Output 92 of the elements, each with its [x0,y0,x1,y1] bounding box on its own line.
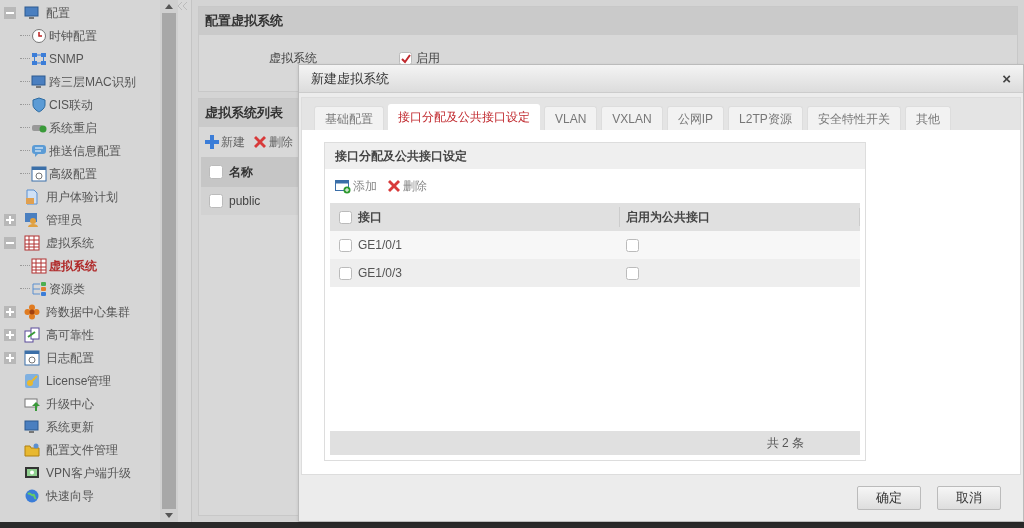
flower-icon [24,303,40,320]
scroll-down-icon[interactable] [165,513,173,518]
section-title: 接口分配及公共接口设定 [325,143,865,169]
tab[interactable]: 接口分配及公共接口设定 [388,104,540,130]
column-header: 名称 [229,164,253,181]
monitor-icon [31,73,47,90]
scrollbar-thumb[interactable] [162,13,176,509]
checkbox[interactable] [209,165,223,179]
delete-icon [387,179,401,193]
tab[interactable]: 基础配置 [314,106,384,130]
cancel-button[interactable]: 取消 [937,486,1001,510]
sidebar-item[interactable]: CIS联动 [49,95,93,114]
checkbox[interactable] [339,210,352,224]
expand-toggle[interactable] [4,213,16,226]
panel-title: 配置虚拟系统 [199,7,1017,35]
document-icon [24,188,40,205]
clock-icon [31,27,47,44]
sidebar-item[interactable]: 系统重启 [49,118,97,137]
scroll-up-icon[interactable] [165,4,173,9]
sidebar-item[interactable]: VPN客户端升级 [46,463,131,482]
sidebar-item[interactable]: License管理 [46,371,112,390]
delete-icon [253,135,267,149]
folder-icon [24,441,40,458]
delete-link[interactable]: 删除 [403,177,427,195]
tab[interactable]: 其他 [904,106,951,130]
table-cell-text: public [229,193,261,210]
grid-icon [31,257,47,274]
sidebar-item[interactable]: 高可靠性 [46,325,94,344]
expand-toggle[interactable] [4,351,16,364]
table-cell-text: GE1/0/1 [358,237,403,254]
window-icon [24,349,40,366]
tab[interactable]: VXLAN [601,106,663,130]
expand-toggle[interactable] [4,305,16,318]
add-link[interactable]: 添加 [353,177,377,195]
checkbox[interactable] [339,238,352,252]
sidebar-item[interactable]: 管理员 [46,210,82,229]
shield-icon [31,96,47,113]
tab[interactable]: L2TP资源 [728,106,803,130]
column-header: 启用为公共接口 [620,208,860,226]
list-icon [31,280,47,297]
sidebar-item[interactable]: 用户体验计划 [46,187,118,206]
checkbox[interactable] [626,266,639,280]
sidebar-item[interactable]: 虚拟系统 [49,256,97,275]
sidebar-item[interactable]: 虚拟系统 [46,233,94,252]
plus-icon [205,135,219,149]
checkbox[interactable] [626,238,639,252]
sidebar-item[interactable]: 快速向导 [46,486,94,505]
network-icon [31,50,47,67]
monitor-icon [24,418,40,435]
sidebar-item[interactable]: 系统更新 [46,417,94,436]
sidebar-item[interactable]: 升级中心 [46,394,94,413]
key-icon [24,372,40,389]
sidebar-item[interactable]: 资源类 [49,279,85,298]
checkbox[interactable] [209,194,223,208]
globe-icon [24,487,40,504]
checkbox-label: 启用 [416,50,440,67]
sidebar-item[interactable]: 推送信息配置 [49,141,121,160]
delete-link[interactable]: 删除 [269,133,293,151]
ok-button[interactable]: 确定 [857,486,921,510]
checkbox[interactable] [399,51,412,65]
swap-icon [24,326,40,343]
sidebar-item[interactable]: 跨数据中心集群 [46,302,130,321]
sidebar-item[interactable]: 高级配置 [49,164,97,183]
table-cell-text: GE1/0/3 [358,265,403,282]
upgrade-icon [24,395,40,412]
collapse-icon[interactable] [178,2,187,10]
tab[interactable]: 公网IP [666,106,725,130]
add-row-icon [335,178,351,194]
expand-toggle[interactable] [4,328,16,341]
sidebar-item[interactable]: SNMP [49,49,84,68]
collapse-toggle[interactable] [4,236,16,249]
field-label: 虚拟系统 [268,50,317,67]
monitor-icon [24,4,40,21]
sidebar-item[interactable]: 配置文件管理 [46,440,118,459]
dialog-title: 新建虚拟系统 [311,69,389,88]
sidebar-item[interactable]: 配置 [46,3,70,22]
checkbox[interactable] [339,266,352,280]
sidebar-item[interactable]: 时钟配置 [49,26,97,45]
grid-icon [24,234,40,251]
sidebar-item[interactable]: 跨三层MAC识别 [49,72,136,91]
chat-icon [31,142,47,159]
tab[interactable]: VLAN [544,106,598,130]
tab[interactable]: 安全特性开关 [806,106,901,130]
record-count: 共 2 条 [766,435,804,452]
sidebar-item[interactable]: 日志配置 [46,348,94,367]
new-link[interactable]: 新建 [221,133,245,151]
close-button[interactable]: × [1002,71,1011,86]
window-icon [31,165,47,182]
column-header: 接口 [358,209,382,226]
collapse-toggle[interactable] [4,6,16,19]
person-icon [24,211,40,228]
screen-icon [24,464,40,481]
